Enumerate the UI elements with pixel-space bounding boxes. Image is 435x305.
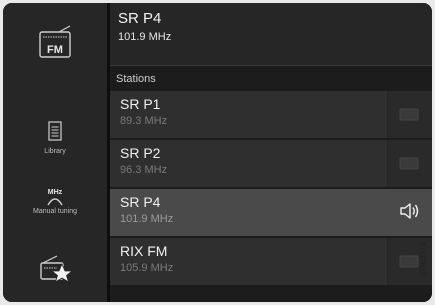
speaker-icon: [400, 203, 419, 219]
station-name: SR P2: [120, 145, 161, 161]
station-save-button[interactable]: [387, 91, 432, 138]
station-frequency: 101.9 MHz: [120, 213, 174, 225]
image-code: G063314: [419, 242, 428, 275]
station-row[interactable]: RIX FM 105.9 MHz: [110, 238, 432, 285]
stations-section-title: Stations: [116, 73, 156, 85]
radio-preset-icon: [399, 255, 419, 268]
fm-badge: FM: [47, 44, 63, 56]
radio-preset-icon: [399, 157, 419, 170]
station-row-active[interactable]: SR P4 101.9 MHz: [110, 189, 432, 236]
station-frequency: 105.9 MHz: [120, 262, 174, 274]
manual-tuning-button[interactable]: MHz Manual tuning: [3, 189, 107, 215]
now-playing-indicator: [388, 189, 432, 236]
station-name: SR P4: [120, 194, 161, 210]
source-sidebar: FM Library MHz Manual tuning: [3, 3, 107, 302]
now-playing-header: SR P4 101.9 MHz: [110, 3, 432, 66]
now-playing-frequency: 101.9 MHz: [118, 31, 172, 43]
station-frequency: 96.3 MHz: [120, 164, 168, 176]
radio-main-panel: SR P4 101.9 MHz Stations SR P1 89.3 MHz …: [110, 3, 432, 302]
station-row[interactable]: SR P2 96.3 MHz: [110, 140, 432, 187]
mhz-badge: MHz: [47, 189, 63, 196]
radio-preset-icon: [399, 108, 419, 121]
library-icon: [48, 121, 62, 141]
now-playing-name: SR P4: [118, 10, 162, 27]
station-name: RIX FM: [120, 243, 168, 259]
library-button[interactable]: Library: [3, 121, 107, 155]
favorites-button[interactable]: [3, 253, 107, 288]
app-frame: FM Library MHz Manual tuning SR P4 101.9…: [3, 3, 432, 302]
favorite-radio-icon: [40, 255, 74, 283]
manual-tuning-label: Manual tuning: [33, 208, 77, 215]
radio-fm-icon: FM: [39, 25, 71, 58]
fm-source-button[interactable]: FM: [3, 25, 107, 64]
station-row[interactable]: SR P1 89.3 MHz: [110, 91, 432, 138]
library-label: Library: [44, 148, 66, 155]
station-frequency: 89.3 MHz: [120, 115, 168, 127]
station-name: SR P1: [120, 96, 161, 112]
dial-icon: [47, 198, 63, 206]
station-save-button[interactable]: [387, 140, 432, 187]
